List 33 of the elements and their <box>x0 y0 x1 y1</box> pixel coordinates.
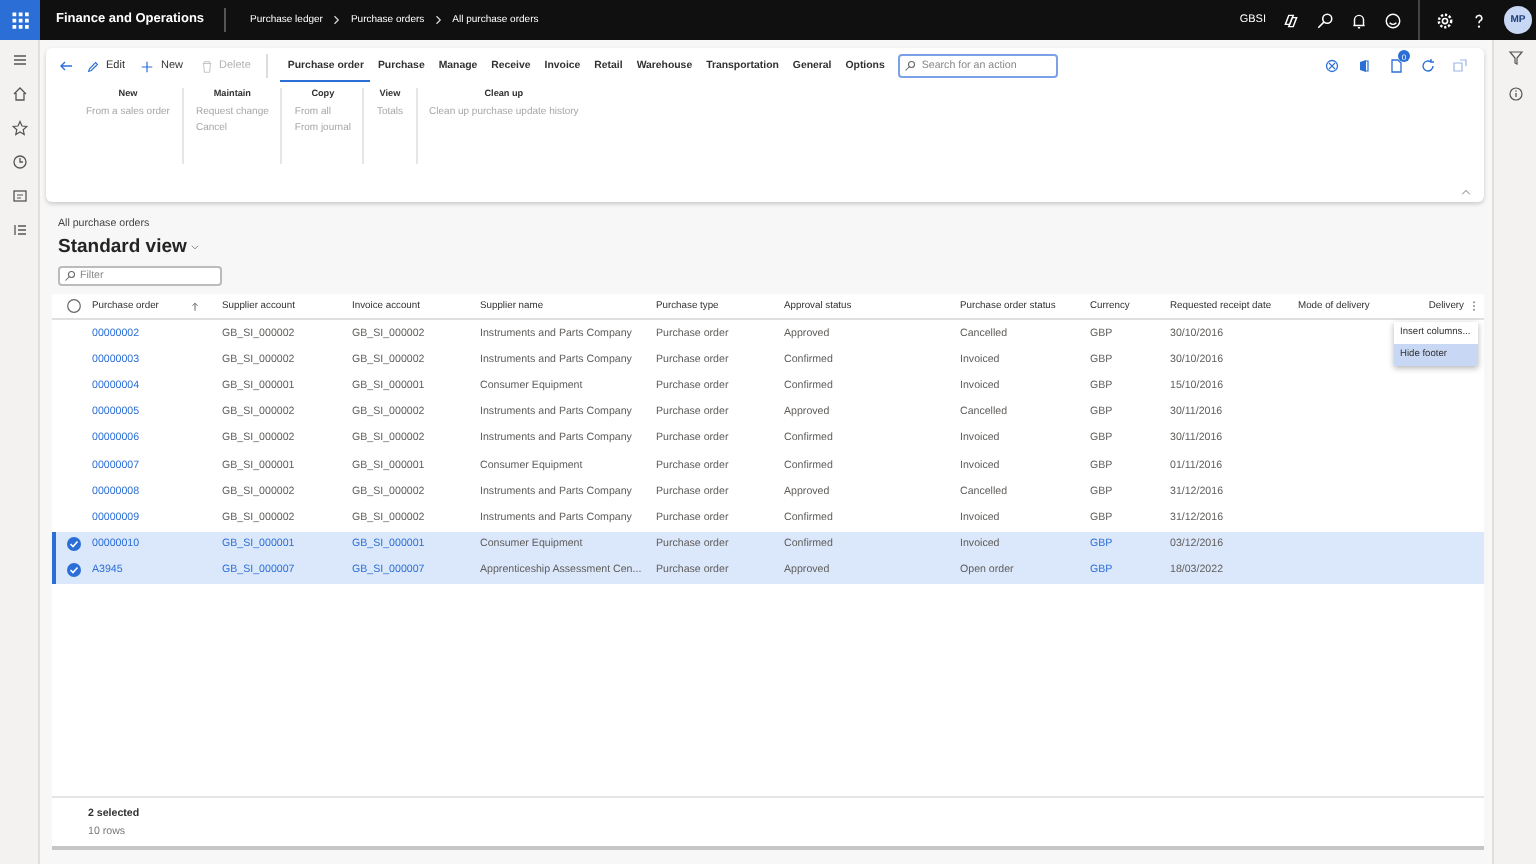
copilot-icon[interactable] <box>1282 11 1300 29</box>
chevron-icon <box>330 14 343 26</box>
caret-icon <box>190 242 201 252</box>
row-checkbox[interactable] <box>66 536 82 553</box>
plus-icon <box>140 59 155 73</box>
power-apps-icon[interactable] <box>1324 58 1340 74</box>
search-icon <box>64 270 76 282</box>
chevron-icon <box>432 14 445 26</box>
search-icon[interactable] <box>1316 11 1334 29</box>
row-checkbox[interactable] <box>66 562 82 579</box>
waffle-icon <box>10 10 30 30</box>
refresh-icon[interactable] <box>1420 58 1436 74</box>
app-launcher-button[interactable] <box>0 0 40 40</box>
document-icon[interactable] <box>1388 58 1404 74</box>
filter-icon[interactable] <box>1507 50 1523 66</box>
modules-icon[interactable] <box>11 188 27 204</box>
bell-icon[interactable] <box>1350 11 1368 29</box>
help-icon[interactable] <box>1470 11 1488 29</box>
smiley-icon[interactable] <box>1384 11 1402 29</box>
back-icon[interactable] <box>58 58 74 74</box>
select-all-checkbox[interactable] <box>66 298 82 314</box>
office-icon[interactable] <box>1356 58 1372 74</box>
trash-icon <box>199 59 213 73</box>
view-selector[interactable]: Standard view <box>58 236 201 258</box>
search-icon <box>903 60 916 72</box>
home-icon[interactable] <box>11 86 27 102</box>
info-icon[interactable] <box>1507 86 1523 102</box>
menu-icon[interactable] <box>11 52 27 68</box>
list-icon[interactable] <box>11 222 27 238</box>
settings-icon[interactable] <box>1436 11 1454 29</box>
star-icon[interactable] <box>11 120 27 136</box>
clock-icon[interactable] <box>11 154 27 170</box>
pencil-icon <box>86 59 100 73</box>
